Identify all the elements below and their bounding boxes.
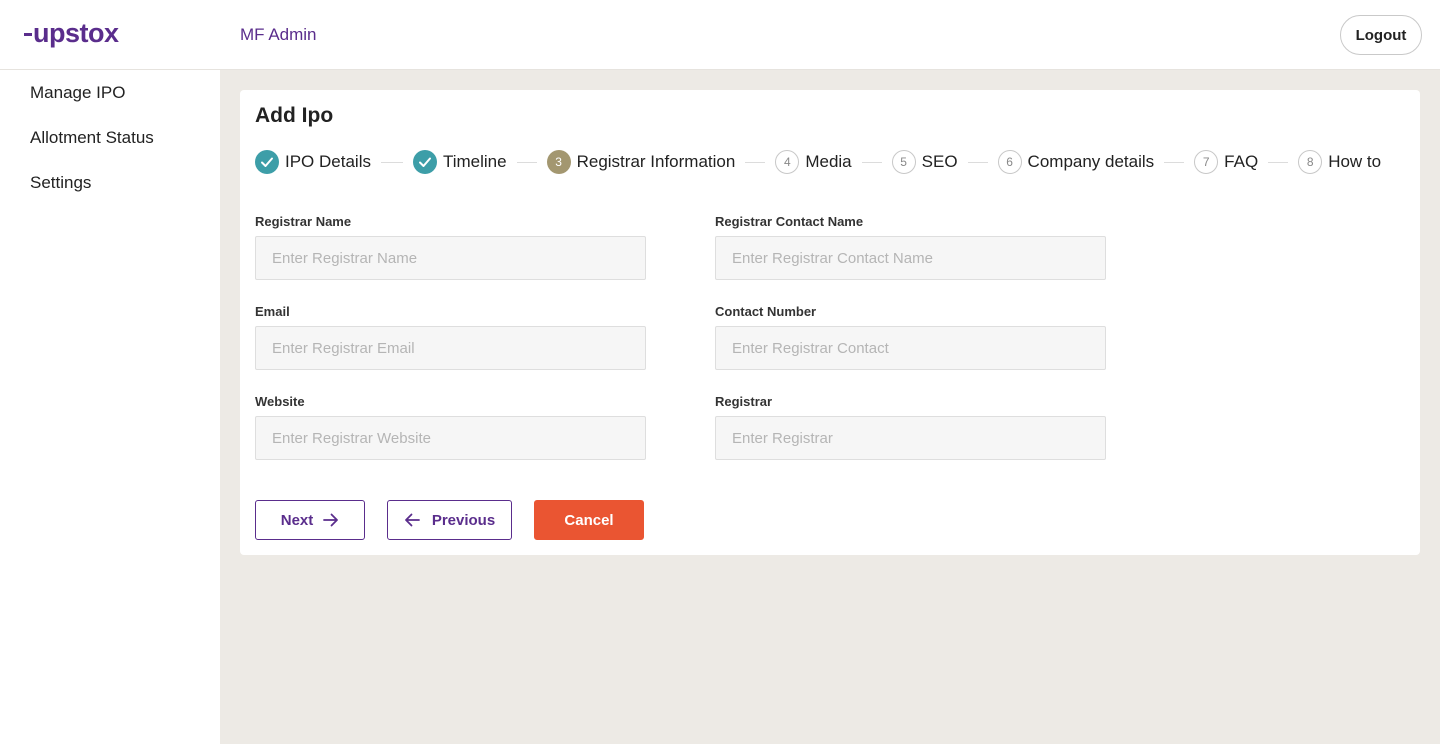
step-label: Timeline <box>442 152 507 171</box>
step-number: 5 <box>891 150 916 174</box>
registrar-label: Registrar <box>715 394 773 409</box>
step-connector <box>1268 161 1289 163</box>
contact-number-input[interactable] <box>715 326 1106 370</box>
step-faq[interactable]: 7 FAQ <box>1194 150 1258 174</box>
email-input[interactable] <box>255 326 646 370</box>
step-connector <box>861 161 882 163</box>
step-label: Registrar Information <box>576 152 736 171</box>
step-label: IPO Details <box>285 152 371 171</box>
step-timeline[interactable]: Timeline <box>412 150 507 174</box>
email-label: Email <box>255 304 290 319</box>
website-input[interactable] <box>255 416 646 460</box>
sidebar-item-settings[interactable]: Settings <box>30 173 91 193</box>
step-registrar-information[interactable]: 3 Registrar Information <box>546 150 736 174</box>
next-label: Next <box>280 511 314 529</box>
logo-dash-icon <box>24 33 32 37</box>
step-connector <box>967 161 988 163</box>
registrar-contact-name-label: Registrar Contact Name <box>715 214 864 229</box>
step-number: 4 <box>775 150 800 174</box>
logout-button[interactable]: Logout <box>1340 15 1422 55</box>
cancel-button[interactable]: Cancel <box>534 500 644 540</box>
step-ipo-details[interactable]: IPO Details <box>255 150 371 174</box>
step-connector <box>516 161 537 163</box>
arrow-right-icon <box>323 513 339 527</box>
step-connector <box>380 161 403 163</box>
step-connector <box>1164 161 1185 163</box>
upstox-logo[interactable]: upstox <box>24 18 119 49</box>
step-number: 8 <box>1298 150 1323 174</box>
check-icon <box>412 150 437 174</box>
contact-number-label: Contact Number <box>715 304 817 319</box>
step-label: FAQ <box>1224 152 1259 171</box>
app-title: MF Admin <box>240 25 317 44</box>
stepper: IPO Details Timeline 3 Registrar Informa… <box>255 150 1405 174</box>
website-label: Website <box>255 394 305 409</box>
sidebar-item-manage-ipo[interactable]: Manage IPO <box>30 83 125 103</box>
step-connector <box>745 161 766 163</box>
page-title: Add Ipo <box>255 104 334 127</box>
step-seo[interactable]: 5 SEO <box>891 150 958 174</box>
previous-label: Previous <box>431 511 496 529</box>
step-number: 6 <box>997 150 1022 174</box>
step-number: 3 <box>546 150 571 174</box>
step-label: Media <box>805 152 852 171</box>
sidebar: Manage IPO Allotment Status Settings <box>0 70 220 744</box>
logo-text: upstox <box>33 18 119 48</box>
step-label: How to <box>1328 152 1382 171</box>
arrow-left-icon <box>404 513 420 527</box>
check-icon <box>255 150 279 174</box>
registrar-contact-name-input[interactable] <box>715 236 1106 280</box>
main-content: Add Ipo IPO Details Timeline 3 Registrar… <box>220 70 1440 744</box>
next-button[interactable]: Next <box>255 500 365 540</box>
step-how-to[interactable]: 8 How to <box>1298 150 1381 174</box>
registrar-name-input[interactable] <box>255 236 646 280</box>
sidebar-item-allotment-status[interactable]: Allotment Status <box>30 128 154 148</box>
registrar-input[interactable] <box>715 416 1106 460</box>
step-media[interactable]: 4 Media <box>775 150 852 174</box>
top-header: upstox MF Admin Logout <box>0 0 1440 70</box>
step-label: SEO <box>921 152 958 171</box>
step-number: 7 <box>1194 150 1219 174</box>
step-company-details[interactable]: 6 Company details <box>997 150 1155 174</box>
step-label: Company details <box>1027 152 1155 171</box>
add-ipo-card: Add Ipo IPO Details Timeline 3 Registrar… <box>240 90 1420 555</box>
previous-button[interactable]: Previous <box>387 500 512 540</box>
registrar-name-label: Registrar Name <box>255 214 352 229</box>
